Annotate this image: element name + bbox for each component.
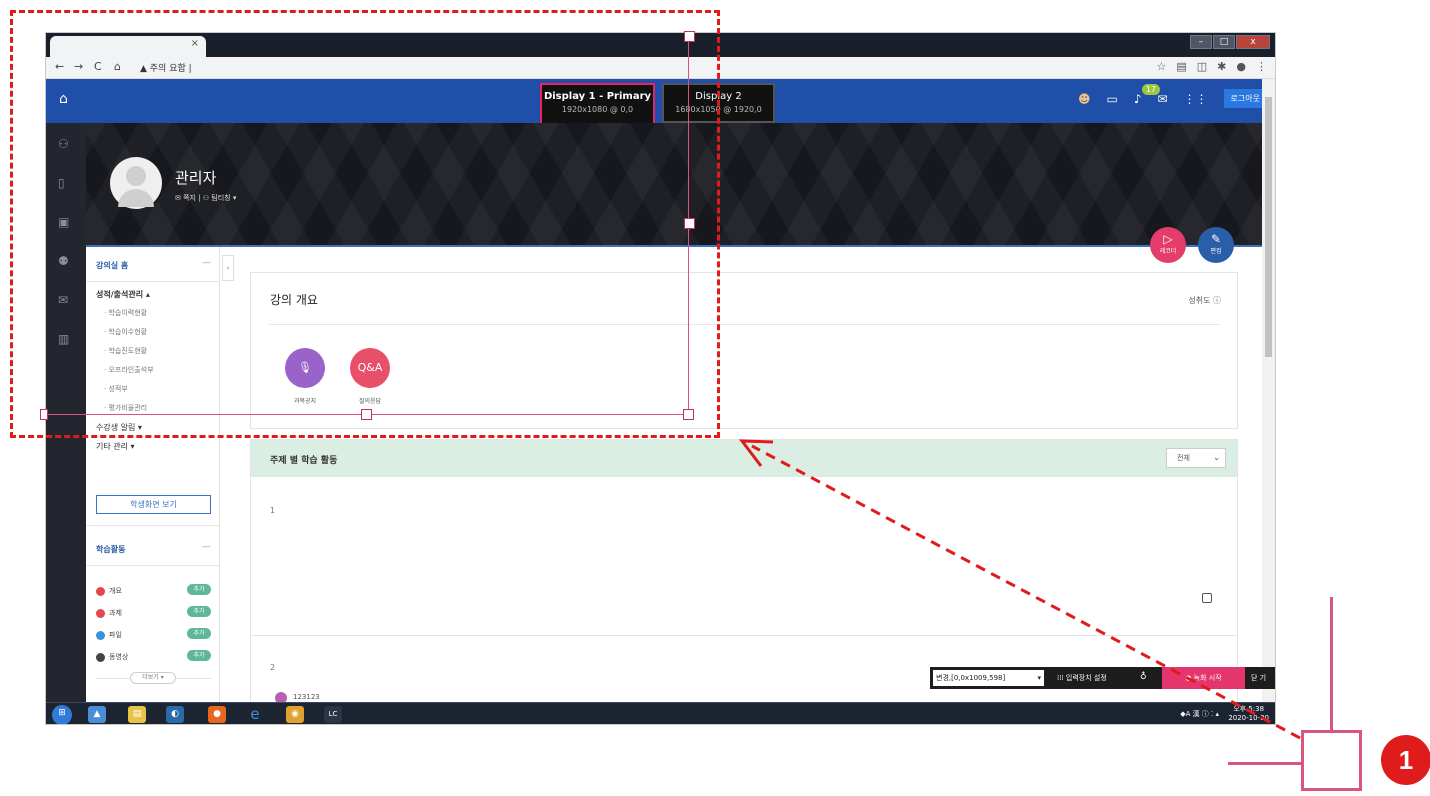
activity-overview-label: 개요 [109, 587, 122, 595]
cast-icon[interactable]: ◫ [1197, 60, 1207, 73]
activity-assignment-label: 과제 [109, 609, 122, 617]
account-icon[interactable]: ● [1236, 60, 1246, 73]
student-view-button[interactable]: 학생화면 보기 [96, 495, 211, 514]
bookmark-star-icon[interactable]: ☆ [1156, 60, 1166, 73]
header-actions: ☻ ▭ ♪ ✉ ⋮⋮ 로그아웃 [1078, 89, 1267, 108]
topic-activities-header: 주제 별 학습 활동 전체 ⌄ [251, 440, 1237, 477]
system-tray[interactable]: ◆A 漢 ⓘ ⁚ ▴ [1180, 709, 1219, 719]
wrench-icon: ✎ [1210, 232, 1222, 246]
logout-button[interactable]: 로그아웃 [1223, 89, 1267, 108]
start-recording-button[interactable]: ● 녹화 시작 [1162, 667, 1245, 689]
overview-icon [96, 586, 105, 596]
maximize-button[interactable]: □ [1213, 35, 1235, 49]
screenshot-stage: × – □ x ← → C ⌂ ▲ 주의 요함 | ☆ ▤ ◫ ✱ ● ⋮ ⌂ … [0, 0, 1430, 796]
chrome-icon[interactable]: ◉ [286, 706, 304, 723]
file-explorer-icon[interactable]: ▤ [128, 706, 146, 723]
activity-video-label: 동영상 [109, 653, 129, 661]
video-icon [96, 652, 105, 662]
activity-file-label: 파일 [109, 631, 122, 639]
learning-activities-heading[interactable]: 학습활동 [96, 544, 125, 555]
assignment-icon [96, 608, 105, 618]
menu-divider [86, 565, 220, 566]
activity-overview[interactable]: 개요 [96, 586, 122, 596]
zoom-guide-vertical [1330, 597, 1333, 731]
collapse-activities-icon[interactable]: — [202, 542, 211, 552]
puzzle-icon[interactable]: ✱ [1217, 60, 1226, 73]
internet-explorer-icon[interactable]: e [246, 706, 264, 723]
input-device-settings[interactable]: ⁞⁞⁞ 입력장치 설정 [1057, 673, 1107, 683]
topic-activities-title: 주제 별 학습 활동 [270, 456, 338, 466]
topic-filter-value: 전체 [1177, 454, 1190, 462]
capture-region-select[interactable]: 변경,[0,0x1009,598] ▾ [933, 670, 1044, 686]
scrollbar-thumb[interactable] [1265, 97, 1272, 357]
apps-grid-icon[interactable]: ⋮⋮ [1184, 92, 1208, 106]
topic-filter-select[interactable]: 전체 ⌄ [1166, 448, 1226, 468]
taskbar-clock[interactable]: 오후 5:38 2020-10-30 [1228, 705, 1269, 723]
section-select-checkbox[interactable] [1202, 593, 1212, 603]
screen-recorder-toolbar: 변경,[0,0x1009,598] ▾ ⁞⁞⁞ 입력장치 설정 ♁ ● 녹화 시… [930, 667, 1275, 689]
clock-date: 2020-10-30 [1228, 714, 1269, 722]
firefox-icon[interactable]: ● [208, 706, 226, 723]
zoomed-resize-handle [1301, 730, 1362, 791]
section-1-number: 1 [270, 506, 276, 515]
calendar-icon[interactable]: ▭ [1106, 92, 1117, 106]
user-avatar-icon[interactable]: ☻ [1078, 92, 1091, 106]
other-management-menu[interactable]: 기타 관리 ▾ [96, 441, 135, 452]
play-icon: ▷ [1163, 232, 1173, 246]
topic-activities-card: 주제 별 학습 활동 전체 ⌄ 1 2 123123 [250, 439, 1238, 704]
close-window-button[interactable]: x [1236, 35, 1270, 49]
chevron-down-icon: ⌄ [1213, 453, 1220, 462]
menu-divider [86, 525, 220, 526]
windows-taskbar: ⊞ ▲ ▤ ◐ ● e ◉ LC ◆A 漢 ⓘ ⁚ ▴ 오후 5:38 2020… [46, 702, 1275, 724]
add-overview-button[interactable]: 추가 [187, 584, 211, 595]
zoom-guide-horizontal [1228, 762, 1308, 765]
step-number-badge: 1 [1381, 735, 1430, 785]
bird-app-icon[interactable]: ▲ [88, 706, 106, 723]
activity-video[interactable]: 동영상 [96, 652, 128, 662]
extension-icon[interactable]: ▤ [1176, 60, 1186, 73]
browser-toolbar-icons: ☆ ▤ ◫ ✱ ● ⋮ [1156, 60, 1267, 73]
window-controls: – □ x [1190, 35, 1270, 49]
achievement-link[interactable]: 성취도 ⓘ [1188, 295, 1221, 306]
add-file-button[interactable]: 추가 [187, 628, 211, 639]
file-icon [96, 630, 105, 640]
add-video-button[interactable]: 추가 [187, 650, 211, 661]
lightbulb-icon[interactable]: ♁ [1140, 672, 1147, 682]
minimize-button[interactable]: – [1190, 35, 1212, 49]
bell-icon[interactable]: ♪ [1134, 92, 1142, 106]
more-button[interactable]: 더보기 ▾ [130, 672, 176, 684]
windows-start-icon[interactable]: ⊞ [52, 705, 72, 724]
chevron-down-icon: ▾ [1037, 674, 1041, 682]
selection-highlight [10, 10, 720, 438]
media-app-icon[interactable]: ◐ [166, 706, 184, 723]
recorder-app-icon[interactable]: LC [324, 706, 342, 723]
edit-label: 편집 [1210, 248, 1222, 255]
page-scrollbar[interactable] [1262, 79, 1275, 703]
edit-button[interactable]: ✎ 편집 [1198, 227, 1234, 263]
capture-region-value: 변경,[0,0x1009,598] [936, 674, 1006, 682]
section-2-number: 2 [270, 663, 276, 672]
menu-icon[interactable]: ⋮ [1256, 60, 1267, 73]
section-2-activity[interactable]: 123123 [293, 693, 320, 701]
close-recorder-button[interactable]: 닫 기 [1251, 673, 1266, 683]
clock-time: 오후 5:38 [1233, 705, 1265, 713]
recorder-label: 레코더 [1159, 248, 1177, 255]
activity-assignment[interactable]: 과제 [96, 608, 122, 618]
add-assignment-button[interactable]: 추가 [187, 606, 211, 617]
activity-file[interactable]: 파일 [96, 630, 122, 640]
section-divider [251, 635, 1237, 636]
notification-badge: 17 [1141, 84, 1160, 95]
mail-icon[interactable]: ✉ [1157, 92, 1167, 106]
recorder-button[interactable]: ▷ 레코더 [1150, 227, 1186, 263]
